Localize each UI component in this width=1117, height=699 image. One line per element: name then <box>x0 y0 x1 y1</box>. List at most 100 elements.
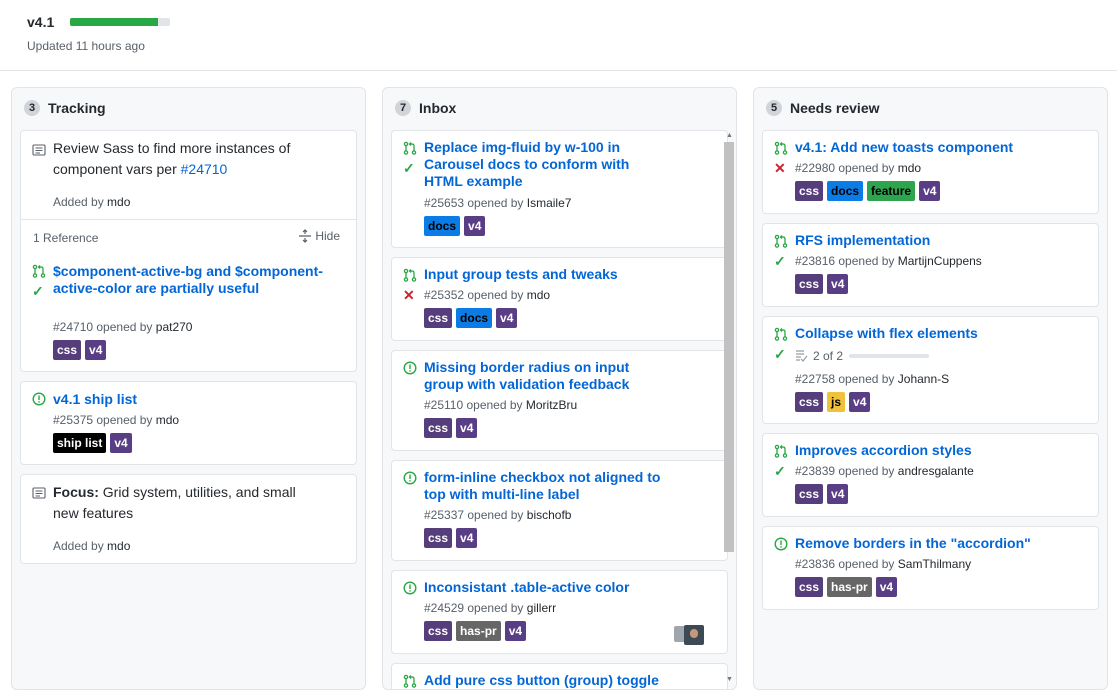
pull-request-icon <box>403 141 417 155</box>
author-link[interactable]: SamThilmany <box>898 557 971 571</box>
pull-request-card[interactable]: ✓ Collapse with flex elements 2 of 2 #22… <box>762 316 1099 424</box>
label-has-pr[interactable]: has-pr <box>827 577 872 597</box>
column-scrollbar[interactable]: ▲ ▼ <box>723 132 735 684</box>
issue-link[interactable]: #24710 <box>181 161 228 177</box>
unfold-icon <box>299 229 312 243</box>
card-title[interactable]: $component-active-bg and $component-acti… <box>53 263 323 297</box>
card-title[interactable]: v4.1 ship list <box>53 391 137 408</box>
author-link[interactable]: mdo <box>107 195 130 209</box>
card-meta: #25352 opened by mdo <box>424 288 551 302</box>
issue-card[interactable]: form-inline checkbox not aligned to top … <box>391 460 728 561</box>
pull-request-card[interactable]: ✓ Improves accordion styles #23839 opene… <box>762 433 1099 517</box>
pull-request-card[interactable]: Add pure css button (group) toggle <box>391 663 728 689</box>
x-icon: ✕ <box>403 287 415 303</box>
card-title[interactable]: Inconsistant .table-active color <box>424 579 629 596</box>
card-title[interactable]: Collapse with flex elements <box>795 325 978 342</box>
author-link[interactable]: Johann-S <box>898 372 949 386</box>
label-v4[interactable]: v4 <box>919 181 941 201</box>
scroll-thumb[interactable] <box>724 142 734 552</box>
issue-card[interactable]: v4.1 ship list #25375 opened by mdo ship… <box>20 381 357 465</box>
column-name[interactable]: Inbox <box>419 100 456 116</box>
label-v4[interactable]: v4 <box>875 577 898 597</box>
pull-request-card[interactable]: ✕ v4.1: Add new toasts component #22980 … <box>762 130 1099 214</box>
pull-request-card[interactable]: ✓ Replace img-fluid by w-100 in Carousel… <box>391 130 728 248</box>
column-name[interactable]: Needs review <box>790 100 880 116</box>
issue-open-icon <box>403 361 417 375</box>
card-title[interactable]: RFS implementation <box>795 232 930 249</box>
note-card[interactable]: Review Sass to find more instances of co… <box>20 130 357 372</box>
label-css[interactable]: css <box>424 621 453 641</box>
author-link[interactable]: Ismaile7 <box>527 196 572 210</box>
author-link[interactable]: MartijnCuppens <box>898 254 982 268</box>
label-css[interactable]: css <box>795 577 824 597</box>
label-css[interactable]: css <box>53 340 82 360</box>
label-v4[interactable]: v4 <box>456 528 478 548</box>
note-text: Review Sass to find more instances of co… <box>53 140 291 177</box>
note-card[interactable]: Focus: Grid system, utilities, and small… <box>20 474 357 564</box>
label-ship-list[interactable]: ship list <box>53 433 107 453</box>
scroll-down-arrow[interactable]: ▼ <box>726 676 733 683</box>
label-feature[interactable]: feature <box>867 181 916 201</box>
label-js[interactable]: js <box>827 392 846 412</box>
label-v4[interactable]: v4 <box>464 216 486 236</box>
project-title[interactable]: v4.1 <box>27 14 54 30</box>
pull-request-icon <box>774 444 788 458</box>
label-css[interactable]: css <box>795 392 824 412</box>
author-link[interactable]: bischofb <box>527 508 572 522</box>
avatar[interactable] <box>684 625 704 645</box>
label-css[interactable]: css <box>795 484 824 504</box>
author-link[interactable]: mdo <box>527 288 550 302</box>
card-title[interactable]: v4.1: Add new toasts component <box>795 139 1013 156</box>
card-title[interactable]: Input group tests and tweaks <box>424 266 618 283</box>
scroll-up-arrow[interactable]: ▲ <box>726 132 733 139</box>
label-css[interactable]: css <box>795 274 824 294</box>
label-v4[interactable]: v4 <box>827 274 849 294</box>
card-title[interactable]: Replace img-fluid by w-100 in Carousel d… <box>424 139 664 190</box>
label-v4[interactable]: v4 <box>456 418 478 438</box>
column-name[interactable]: Tracking <box>48 100 106 116</box>
label-has-pr[interactable]: has-pr <box>456 621 501 641</box>
author-link[interactable]: mdo <box>898 161 921 175</box>
note-added-by: Added by mdo <box>53 195 131 209</box>
issue-card[interactable]: Remove borders in the "accordion" #23836… <box>762 526 1099 610</box>
issue-open-icon <box>403 581 417 595</box>
hide-reference-button[interactable]: Hide <box>298 229 340 243</box>
card-meta: #22980 opened by mdo <box>795 161 922 175</box>
card-meta: #24710 opened by pat270 <box>53 320 193 334</box>
card-title[interactable]: Missing border radius on input group wit… <box>424 359 644 393</box>
issue-card[interactable]: Inconsistant .table-active color #24529 … <box>391 570 728 654</box>
label-css[interactable]: css <box>424 308 453 328</box>
author-link[interactable]: gillerr <box>527 601 556 615</box>
label-v4[interactable]: v4 <box>827 484 849 504</box>
pull-request-card[interactable]: ✓ RFS implementation #23816 opened by Ma… <box>762 223 1099 307</box>
label-v4[interactable]: v4 <box>504 621 527 641</box>
card-title[interactable]: Remove borders in the "accordion" <box>795 535 1031 552</box>
card-title[interactable]: form-inline checkbox not aligned to top … <box>424 469 669 503</box>
author-link[interactable]: andresgalante <box>898 464 974 478</box>
issue-card[interactable]: Missing border radius on input group wit… <box>391 350 728 451</box>
label-v4[interactable]: v4 <box>849 392 871 412</box>
assignee-avatars[interactable] <box>674 625 706 645</box>
column-tracking: 3 Tracking Review Sass to find more inst… <box>11 87 366 690</box>
label-list: docs v4 <box>424 216 486 236</box>
author-link[interactable]: mdo <box>107 539 130 553</box>
label-v4[interactable]: v4 <box>85 340 107 360</box>
label-docs[interactable]: docs <box>456 308 493 328</box>
check-icon: ✓ <box>774 346 786 362</box>
card-title[interactable]: Add pure css button (group) toggle <box>424 672 659 689</box>
label-v4[interactable]: v4 <box>496 308 518 328</box>
x-icon: ✕ <box>774 160 786 176</box>
label-v4[interactable]: v4 <box>110 433 132 453</box>
pull-request-card[interactable]: ✕ Input group tests and tweaks #25352 op… <box>391 257 728 341</box>
label-css[interactable]: css <box>795 181 824 201</box>
column-needs-review: 5 Needs review ✕ v4.1: Add new toasts co… <box>753 87 1108 690</box>
author-link[interactable]: pat270 <box>156 320 193 334</box>
label-docs[interactable]: docs <box>827 181 864 201</box>
author-link[interactable]: mdo <box>156 413 179 427</box>
card-title[interactable]: Improves accordion styles <box>795 442 972 459</box>
label-list: css docs v4 <box>424 308 518 328</box>
label-css[interactable]: css <box>424 528 453 548</box>
author-link[interactable]: MoritzBru <box>526 398 577 412</box>
label-docs[interactable]: docs <box>424 216 461 236</box>
label-css[interactable]: css <box>424 418 453 438</box>
